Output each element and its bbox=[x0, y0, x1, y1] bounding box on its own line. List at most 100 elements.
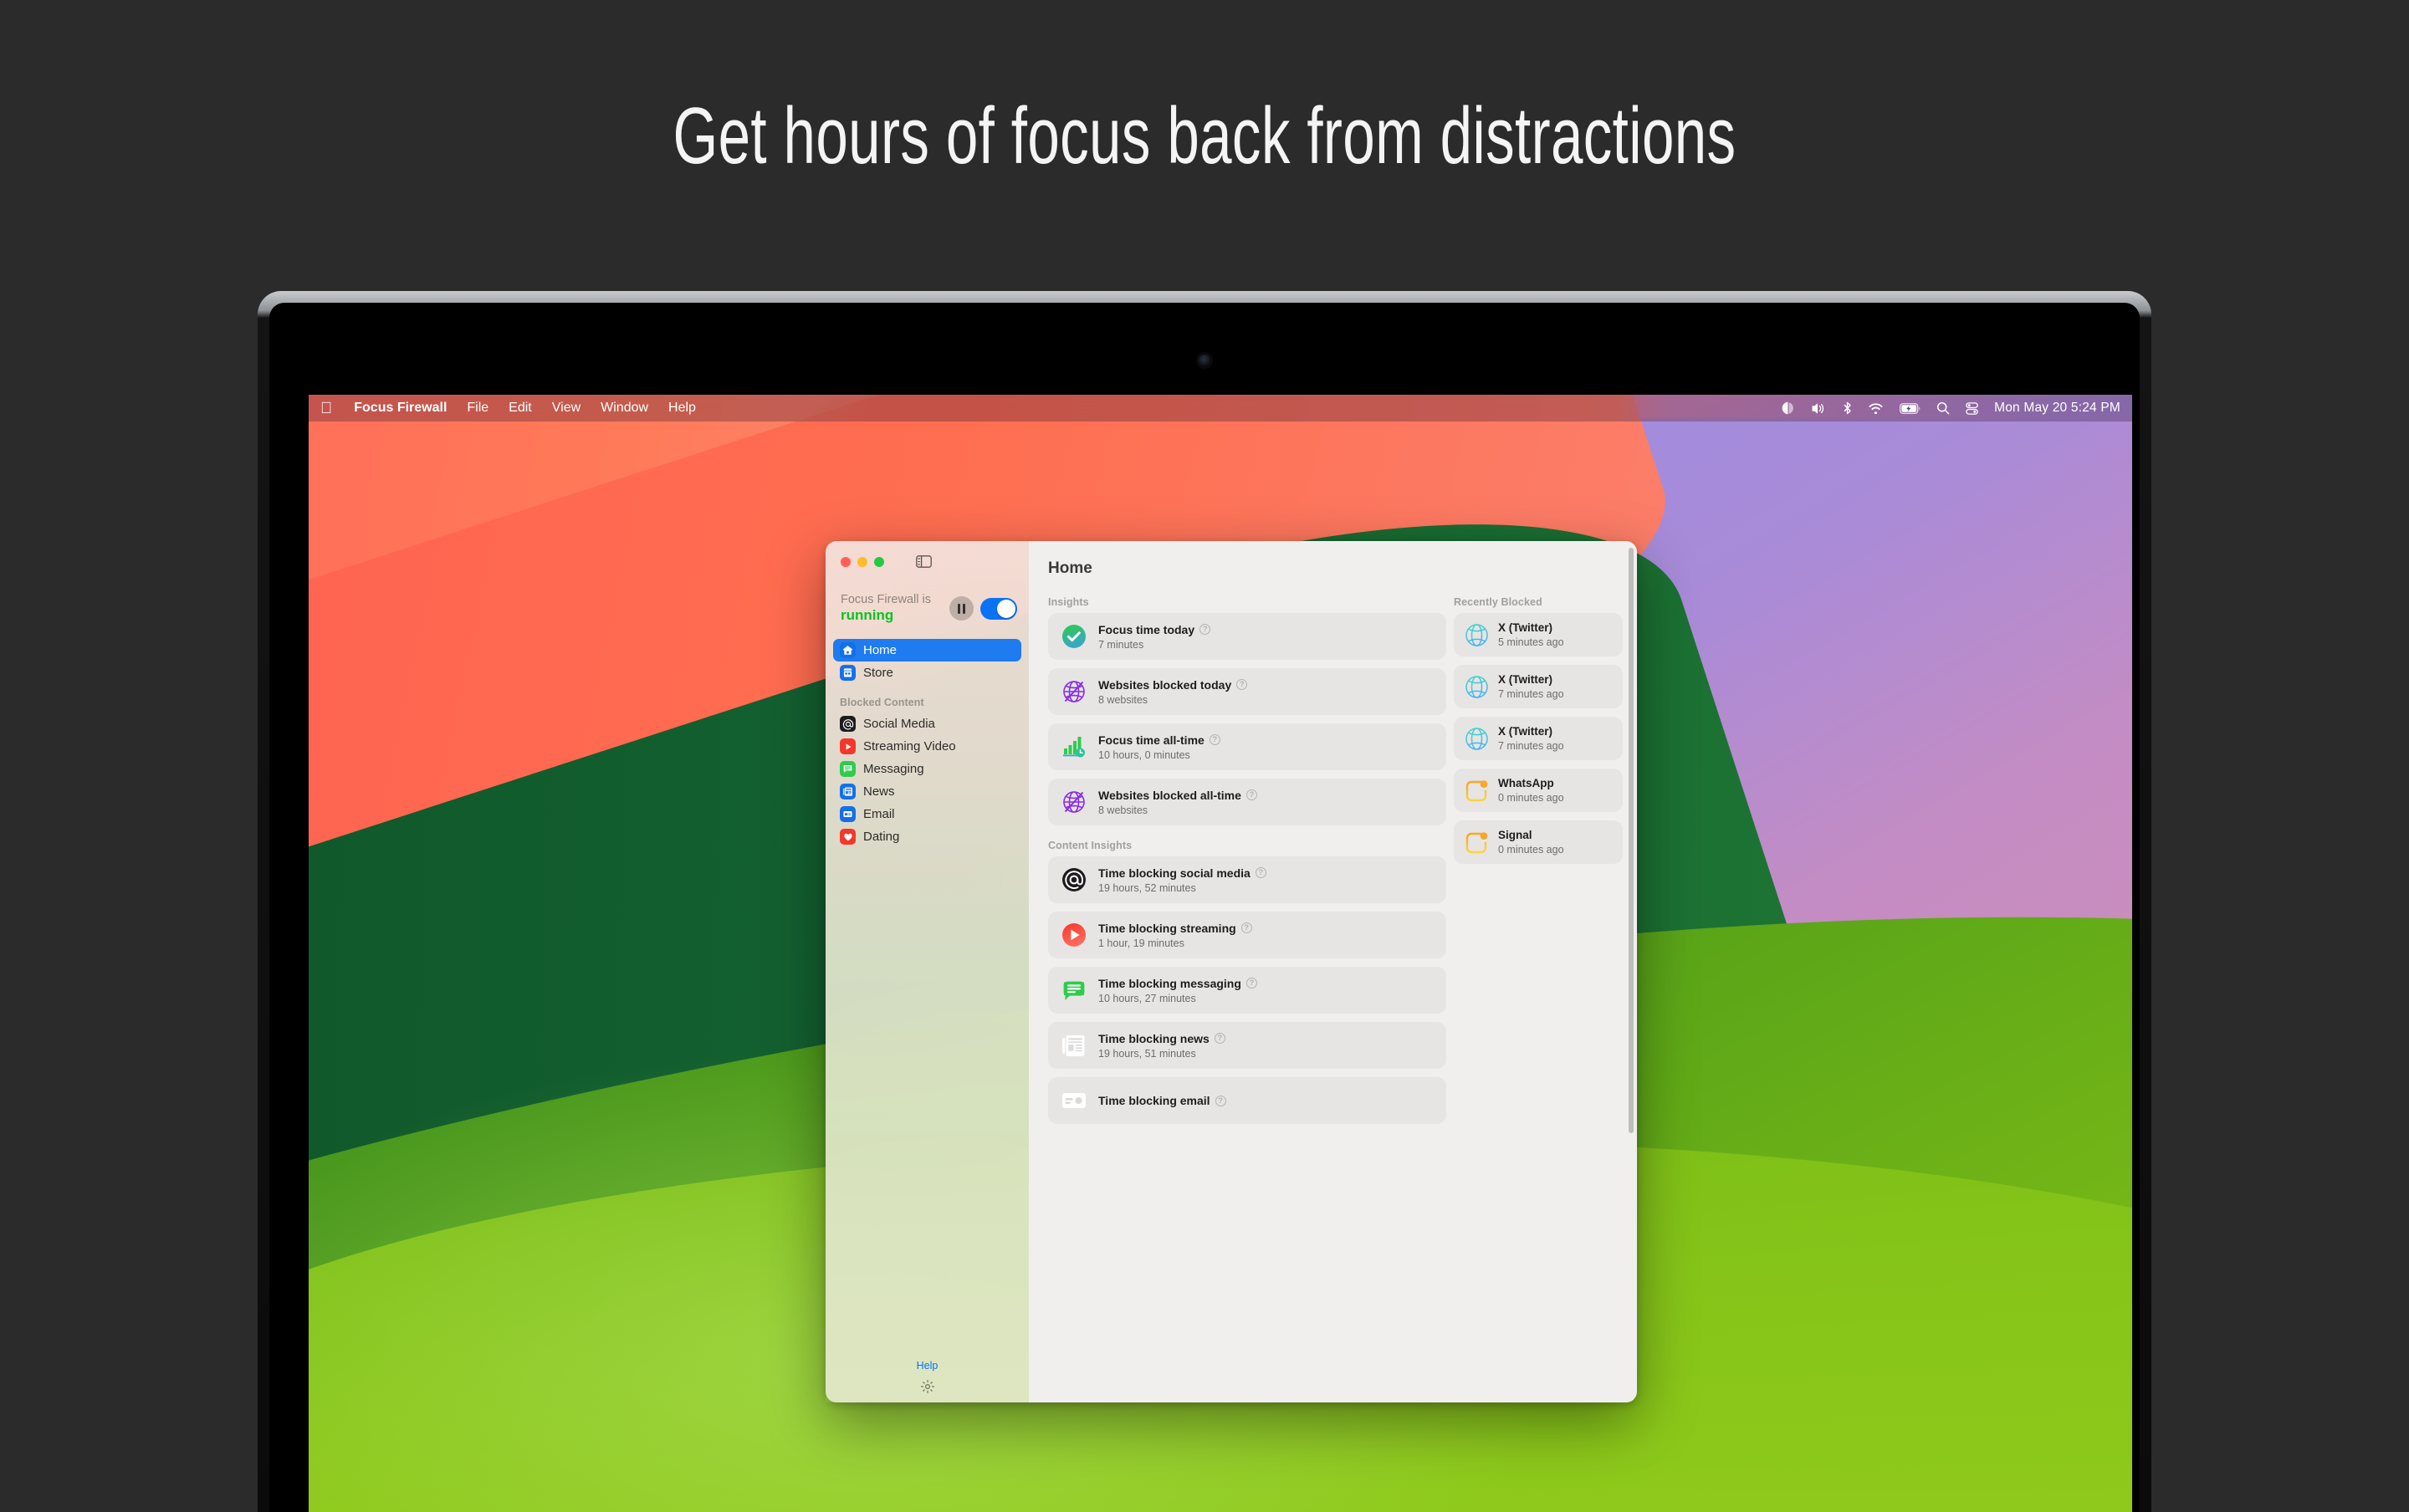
menu-item-view[interactable]: View bbox=[552, 401, 581, 416]
apple-icon[interactable]:  bbox=[320, 401, 332, 416]
card-title-text: Time blocking streaming bbox=[1098, 921, 1236, 935]
sidebar-item-label: Email bbox=[863, 807, 895, 822]
desktop-screen:  Focus Firewall File Edit View Window H… bbox=[309, 395, 2132, 1512]
blocked-item[interactable]: X (Twitter) 7 minutes ago bbox=[1454, 717, 1623, 760]
check-circle-icon bbox=[1060, 622, 1088, 651]
focus-mode-icon[interactable] bbox=[1781, 401, 1795, 415]
help-icon[interactable]: ? bbox=[1245, 978, 1257, 988]
bar-chart-clock-icon bbox=[1060, 733, 1088, 761]
card-title-text: Websites blocked all-time bbox=[1098, 788, 1241, 802]
laptop-mockup:  Focus Firewall File Edit View Window H… bbox=[258, 291, 2151, 1512]
app-badge-icon bbox=[1464, 778, 1490, 804]
card-title-text: Focus time today bbox=[1098, 622, 1195, 636]
blocked-item-name: Signal bbox=[1498, 829, 1532, 841]
sidebar-item-dating[interactable]: Dating bbox=[833, 825, 1021, 848]
recently-blocked-column: Recently Blocked X (Twitter) 5 minutes a… bbox=[1454, 596, 1623, 1124]
newspaper-icon bbox=[1060, 1031, 1088, 1060]
control-center-icon[interactable] bbox=[1966, 401, 1978, 415]
globe-blocked-icon bbox=[1060, 788, 1088, 816]
vertical-scrollbar[interactable] bbox=[1629, 548, 1634, 1133]
status-label: Focus Firewall is bbox=[841, 593, 931, 606]
minimize-button[interactable] bbox=[857, 556, 867, 567]
card-value: 8 websites bbox=[1098, 804, 1148, 816]
zoom-button[interactable] bbox=[874, 556, 884, 567]
blocked-item-time: 7 minutes ago bbox=[1498, 688, 1564, 700]
card-value: 10 hours, 27 minutes bbox=[1098, 992, 1196, 1004]
help-icon[interactable]: ? bbox=[1255, 867, 1266, 878]
sidebar-item-email[interactable]: Email bbox=[833, 803, 1021, 825]
close-button[interactable] bbox=[841, 556, 851, 567]
gear-icon[interactable] bbox=[826, 1379, 1029, 1394]
spotlight-search-icon[interactable] bbox=[1936, 401, 1950, 415]
card-title-text: Time blocking email bbox=[1098, 1094, 1210, 1107]
sidebar-section-title: Blocked Content bbox=[840, 697, 924, 709]
content-insight-card-social-media[interactable]: Time blocking social media ? 19 hours, 5… bbox=[1048, 856, 1446, 903]
help-icon[interactable]: ? bbox=[1215, 1095, 1226, 1106]
sidebar-item-streaming-video[interactable]: Streaming Video bbox=[833, 735, 1021, 758]
blocked-item[interactable]: WhatsApp 0 minutes ago bbox=[1454, 769, 1623, 812]
blocked-item[interactable]: X (Twitter) 7 minutes ago bbox=[1454, 665, 1623, 708]
bluetooth-icon[interactable] bbox=[1843, 401, 1852, 415]
wifi-icon[interactable] bbox=[1868, 402, 1884, 414]
card-value: 19 hours, 51 minutes bbox=[1098, 1047, 1196, 1060]
help-icon[interactable]: ? bbox=[1214, 1033, 1225, 1044]
at-sign-icon bbox=[1060, 866, 1088, 894]
battery-charging-icon[interactable] bbox=[1900, 402, 1921, 414]
page-title: Get hours of focus back from distraction… bbox=[673, 91, 1736, 181]
sidebar-item-social-media[interactable]: Social Media bbox=[833, 713, 1021, 735]
blocked-item[interactable]: Signal 0 minutes ago bbox=[1454, 820, 1623, 864]
sidebar-item-home[interactable]: Home bbox=[833, 639, 1021, 662]
help-icon[interactable]: ? bbox=[1236, 679, 1248, 690]
insights-heading: Insights bbox=[1048, 596, 1089, 608]
sidebar-item-label: Social Media bbox=[863, 717, 935, 732]
help-icon[interactable]: ? bbox=[1245, 789, 1257, 800]
globe-icon bbox=[1464, 726, 1490, 752]
sidebar-footer: Help bbox=[826, 1360, 1029, 1394]
insight-card-websites-blocked-today[interactable]: Websites blocked today ? 8 websites bbox=[1048, 668, 1446, 715]
sidebar-item-store[interactable]: Store bbox=[833, 662, 1021, 684]
sidebar-item-messaging[interactable]: Messaging bbox=[833, 758, 1021, 780]
insight-card-focus-time-today[interactable]: Focus time today ? 7 minutes bbox=[1048, 613, 1446, 660]
blocked-item-time: 7 minutes ago bbox=[1498, 740, 1564, 752]
envelope-icon bbox=[1060, 1086, 1088, 1115]
content-insights-heading: Content Insights bbox=[1048, 840, 1133, 851]
help-icon[interactable]: ? bbox=[1209, 734, 1220, 745]
content-insight-card-messaging[interactable]: Time blocking messaging ? 10 hours, 27 m… bbox=[1048, 967, 1446, 1014]
home-icon bbox=[840, 642, 856, 659]
card-title-text: Websites blocked today bbox=[1098, 677, 1232, 692]
menu-clock[interactable]: Mon May 20 5:24 PM bbox=[1994, 401, 2120, 416]
chat-bubble-icon bbox=[840, 761, 856, 778]
sidebar-toggle-icon[interactable] bbox=[916, 555, 932, 568]
focus-firewall-window: Focus Firewall is running Home Store Blo… bbox=[826, 541, 1637, 1402]
insight-card-websites-blocked-all-time[interactable]: Websites blocked all-time ? 8 websites bbox=[1048, 779, 1446, 825]
blocked-item-time: 0 minutes ago bbox=[1498, 792, 1564, 804]
envelope-icon bbox=[840, 806, 856, 823]
menu-item-edit[interactable]: Edit bbox=[509, 401, 532, 416]
pause-icon[interactable] bbox=[949, 596, 974, 621]
volume-icon[interactable] bbox=[1811, 402, 1827, 415]
heart-icon bbox=[840, 829, 856, 845]
globe-icon bbox=[1464, 674, 1490, 700]
blocked-item-name: WhatsApp bbox=[1498, 777, 1554, 789]
blocked-item[interactable]: X (Twitter) 5 minutes ago bbox=[1454, 613, 1623, 656]
recently-blocked-heading: Recently Blocked bbox=[1454, 596, 1542, 608]
content-insight-card-streaming[interactable]: Time blocking streaming ? 1 hour, 19 min… bbox=[1048, 912, 1446, 958]
menu-item-window[interactable]: Window bbox=[601, 401, 648, 416]
sidebar-item-news[interactable]: News bbox=[833, 780, 1021, 803]
blocked-item-name: X (Twitter) bbox=[1498, 673, 1552, 686]
help-link[interactable]: Help bbox=[826, 1360, 1029, 1372]
content-insight-card-email[interactable]: Time blocking email ? bbox=[1048, 1077, 1446, 1124]
menu-app-name[interactable]: Focus Firewall bbox=[354, 401, 447, 416]
card-value: 8 websites bbox=[1098, 693, 1148, 706]
sidebar: Focus Firewall is running Home Store Blo… bbox=[826, 541, 1029, 1402]
menu-item-help[interactable]: Help bbox=[668, 401, 696, 416]
card-title-text: Time blocking messaging bbox=[1098, 976, 1241, 990]
firewall-toggle-switch[interactable] bbox=[980, 597, 1017, 620]
help-icon[interactable]: ? bbox=[1199, 624, 1211, 635]
insight-card-focus-time-all-time[interactable]: Focus time all-time ? 10 hours, 0 minute… bbox=[1048, 723, 1446, 770]
help-icon[interactable]: ? bbox=[1240, 922, 1252, 933]
insights-column: Insights Focus time today ? 7 minutes We… bbox=[1048, 596, 1446, 1124]
menu-item-file[interactable]: File bbox=[467, 401, 488, 416]
globe-icon bbox=[1464, 622, 1490, 648]
content-insight-card-news[interactable]: Time blocking news ? 19 hours, 51 minute… bbox=[1048, 1022, 1446, 1069]
